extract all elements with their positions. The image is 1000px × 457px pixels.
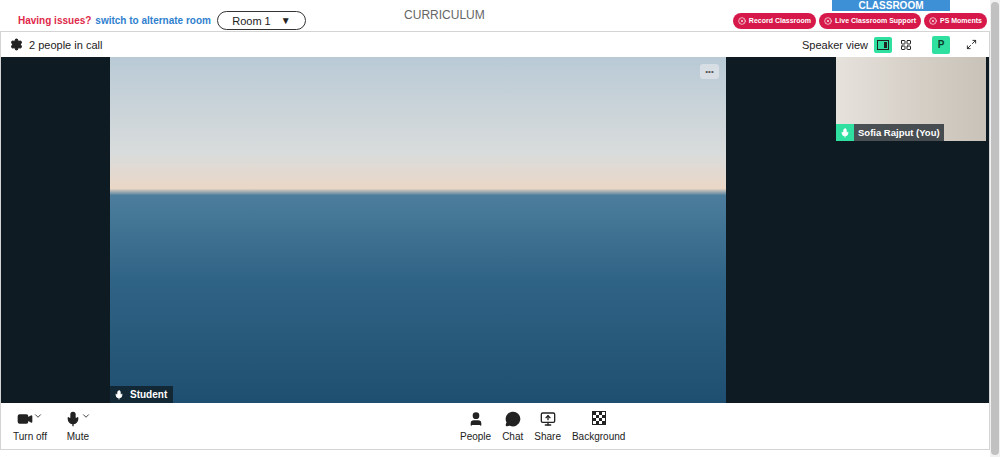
call-actions: People Chat Share Background xyxy=(460,411,625,442)
circle-x-icon xyxy=(824,17,832,25)
gear-icon xyxy=(10,38,23,51)
mic-icon xyxy=(840,128,850,138)
call-panel: 2 people in callSpeaker view P ••• Student S… xyxy=(0,31,990,450)
view-label: Speaker view xyxy=(802,39,868,51)
classroom-action-button[interactable]: Record Classroom xyxy=(733,13,816,29)
user-avatar[interactable]: P xyxy=(932,36,950,54)
self-view: Sofia Rajput (You) xyxy=(836,57,986,141)
background-icon xyxy=(592,411,606,425)
people-button[interactable]: People xyxy=(460,411,491,442)
camera-toggle[interactable]: Turn off xyxy=(13,411,47,442)
media-controls: Turn off Mute xyxy=(13,411,460,442)
people-count: 2 people in call xyxy=(29,39,802,51)
mic-badge xyxy=(836,124,854,141)
mic-icon xyxy=(65,411,81,427)
fullscreen-button[interactable] xyxy=(966,39,977,50)
classroom-action-button[interactable]: Live Classroom Support xyxy=(819,13,921,29)
grid-layout-icon xyxy=(900,39,912,51)
chat-icon xyxy=(505,411,521,427)
classroom-actions: Record ClassroomLive Classroom SupportPS… xyxy=(733,13,987,29)
room-value: Room 1 xyxy=(232,15,271,27)
issue-text: Having issues? xyxy=(18,15,91,26)
share-button[interactable]: Share xyxy=(534,411,561,442)
call-bar: 2 people in callSpeaker view P xyxy=(1,32,989,57)
content: Having issues? switch to alternate room Ro… xyxy=(0,0,990,457)
top-bar: Having issues? switch to alternate room Ro… xyxy=(0,0,990,31)
mic-icon xyxy=(114,390,124,400)
settings-button[interactable] xyxy=(10,38,23,51)
main-video: ••• Student xyxy=(110,57,726,403)
scrollbar-thumb[interactable] xyxy=(991,2,999,455)
dropdown-arrow: ▼ xyxy=(281,15,291,26)
camera-icon xyxy=(17,411,33,427)
people-icon xyxy=(468,411,484,427)
chat-button[interactable]: Chat xyxy=(502,411,523,442)
switch-room-link[interactable]: switch to alternate room xyxy=(95,15,211,26)
curriculum-title: CURRICULUM xyxy=(306,8,733,22)
video-menu-button[interactable]: ••• xyxy=(700,64,719,79)
circle-x-icon xyxy=(929,17,937,25)
classroom-tab[interactable]: CLASSROOM xyxy=(832,0,950,11)
layout-button[interactable] xyxy=(897,37,915,53)
room-select[interactable]: Room 1 ▼ xyxy=(217,11,306,30)
mic-toggle[interactable]: Mute xyxy=(65,411,91,442)
self-name-tag: Sofia Rajput (You) xyxy=(836,124,944,141)
layout-button[interactable] xyxy=(874,37,892,53)
video-stage: ••• Student Sofia Rajput (You) xyxy=(1,57,989,403)
classroom-action-button[interactable]: PS Moments xyxy=(924,13,987,29)
scrollbar[interactable] xyxy=(990,0,1000,457)
call-toolbar: Turn off Mute People Chat Share Background xyxy=(1,403,989,449)
expand-icon xyxy=(966,39,977,50)
speaker-layout-icon xyxy=(877,40,889,50)
chevron-down-icon xyxy=(33,411,43,421)
classroom-page: Having issues? switch to alternate room Ro… xyxy=(0,0,1000,457)
share-icon xyxy=(540,411,556,427)
background-button[interactable]: Background xyxy=(572,411,625,442)
circle-x-icon xyxy=(738,17,746,25)
participant-name-tag: Student xyxy=(110,386,173,403)
chevron-down-icon xyxy=(81,411,91,421)
